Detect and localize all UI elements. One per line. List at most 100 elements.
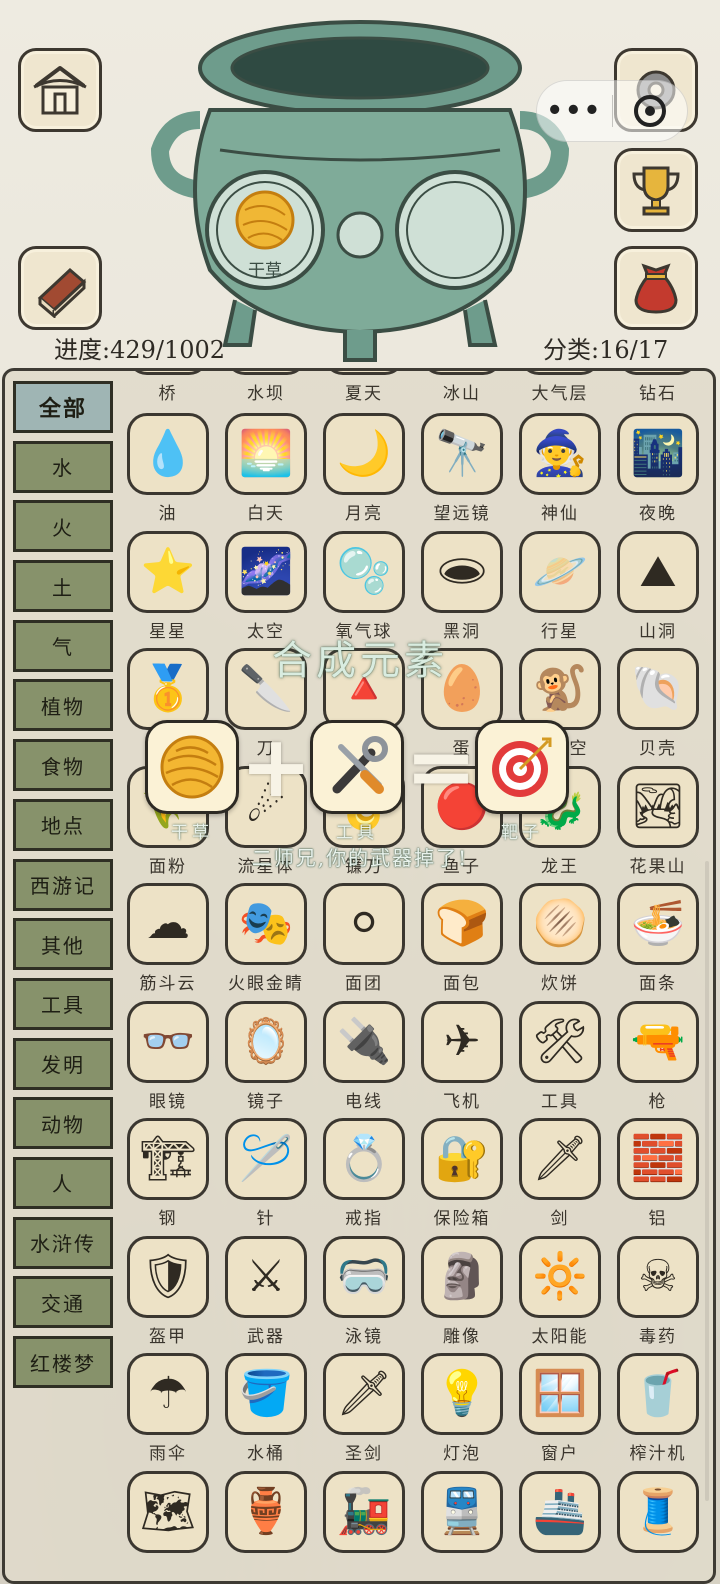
element-icon[interactable]: 🪟 [519, 1353, 601, 1435]
element-cell[interactable]: 🚂 [315, 1470, 413, 1582]
category-tab[interactable]: 发明 [13, 1037, 113, 1090]
element-icon[interactable]: ⛰ [617, 530, 699, 613]
element-icon[interactable]: ⭐ [127, 530, 209, 613]
element-cell[interactable]: 大气层 [511, 371, 609, 413]
element-cell[interactable]: 🍞 面包 [413, 883, 511, 1001]
element-icon[interactable]: 🌃 [617, 413, 699, 495]
element-cell[interactable]: 🛠 工具 [511, 1000, 609, 1119]
element-cell[interactable]: 💡 灯泡 [413, 1353, 511, 1471]
element-cell[interactable]: 🫓 炊饼 [511, 883, 609, 1001]
category-tab[interactable]: 水浒传 [13, 1216, 113, 1269]
element-cell[interactable]: 🔭 望远镜 [413, 413, 511, 531]
element-icon[interactable]: 🥤 [617, 1353, 699, 1435]
element-icon[interactable]: 💍 [323, 1118, 405, 1200]
category-tab[interactable]: 全部 [13, 381, 113, 433]
element-cell[interactable]: 🪟 窗户 [511, 1353, 609, 1471]
element-cell[interactable]: 🧵 [609, 1470, 707, 1582]
category-tab[interactable]: 红楼梦 [13, 1336, 113, 1388]
element-cell[interactable]: 🔆 太阳能 [511, 1235, 609, 1354]
element-cell[interactable]: ⚔ 武器 [217, 1235, 315, 1354]
category-tab[interactable]: 交通 [13, 1276, 113, 1329]
element-icon[interactable]: 🏺 [225, 1470, 307, 1553]
category-tab[interactable]: 火 [13, 500, 113, 553]
element-icon[interactable]: 🧱 [617, 1118, 699, 1200]
element-icon[interactable]: 💡 [421, 1353, 503, 1435]
element-icon[interactable]: 💧 [127, 413, 209, 495]
more-menu-button[interactable]: ••• [537, 96, 612, 126]
element-cell[interactable]: 🎭 火眼金睛 [217, 883, 315, 1001]
element-cell[interactable]: 🔐 保险箱 [413, 1118, 511, 1236]
element-cell[interactable]: 🪡 针 [217, 1118, 315, 1236]
element-icon[interactable]: ☠ [617, 1235, 699, 1318]
element-cell[interactable]: 🗺 [119, 1470, 217, 1582]
element-icon[interactable]: 🗡 [323, 1353, 405, 1435]
category-tab[interactable]: 土 [13, 560, 113, 613]
element-tile[interactable] [519, 371, 601, 375]
element-cell[interactable]: 💧 油 [119, 413, 217, 531]
element-cell[interactable]: 🥽 泳镜 [315, 1235, 413, 1354]
category-tab[interactable]: 食物 [13, 739, 113, 792]
element-icon[interactable]: 🪞 [225, 1000, 307, 1083]
element-tile[interactable] [225, 371, 307, 375]
element-icon[interactable]: 🍜 [617, 883, 699, 965]
close-button[interactable] [613, 95, 688, 127]
element-cell[interactable]: 🧱 铝 [609, 1118, 707, 1236]
category-tab[interactable]: 其他 [13, 918, 113, 971]
element-icon[interactable]: 🏗 [127, 1118, 209, 1200]
element-icon[interactable]: 🚂 [323, 1470, 405, 1553]
element-cell[interactable]: 🛡 盔甲 [119, 1235, 217, 1354]
element-cell[interactable]: 🌙 月亮 [315, 413, 413, 531]
element-cell[interactable]: 🔌 电线 [315, 1000, 413, 1119]
element-icon[interactable]: 🚆 [421, 1470, 503, 1553]
element-icon[interactable]: 🔫 [617, 1000, 699, 1083]
element-cell[interactable]: 🗿 雕像 [413, 1235, 511, 1354]
element-icon[interactable]: 🗿 [421, 1235, 503, 1318]
element-icon[interactable]: 🏞 [617, 765, 699, 848]
element-icon[interactable]: ☁ [127, 883, 209, 965]
element-icon[interactable]: ✈ [421, 1000, 503, 1083]
element-cell[interactable]: 冰山 [413, 371, 511, 413]
element-cell[interactable]: 🌃 夜晚 [609, 413, 707, 531]
element-cell[interactable]: 🗡 剑 [511, 1118, 609, 1236]
element-icon[interactable]: 🌌 [225, 530, 307, 613]
category-tab[interactable]: 植物 [13, 679, 113, 732]
element-icon[interactable]: ⚪ [323, 883, 405, 965]
scrollbar[interactable] [705, 861, 709, 1501]
element-cell[interactable]: ✈ 飞机 [413, 1000, 511, 1119]
element-icon[interactable]: 🚢 [519, 1470, 601, 1553]
element-icon[interactable]: 🪡 [225, 1118, 307, 1200]
element-icon[interactable]: 🔌 [323, 1000, 405, 1083]
element-icon[interactable]: 🪐 [519, 530, 601, 613]
category-tab[interactable]: 工具 [13, 977, 113, 1030]
element-cell[interactable]: 桥 [119, 371, 217, 413]
lucky-bag-button[interactable] [614, 246, 698, 330]
element-icon[interactable]: 🗺 [127, 1470, 209, 1553]
element-cell[interactable]: ☁ 筋斗云 [119, 883, 217, 1001]
element-icon[interactable]: 🔐 [421, 1118, 503, 1200]
element-tile[interactable] [127, 371, 209, 375]
element-icon[interactable]: 🌙 [323, 413, 405, 495]
element-icon[interactable]: 🧵 [617, 1470, 699, 1553]
element-icon[interactable]: 🥽 [323, 1235, 405, 1318]
element-icon[interactable]: 🫧 [323, 530, 405, 613]
element-icon[interactable]: 🍞 [421, 883, 503, 965]
achievements-button[interactable] [614, 148, 698, 232]
category-tab[interactable]: 动物 [13, 1097, 113, 1150]
element-cell[interactable]: 钻石 [609, 371, 707, 413]
element-cell[interactable]: 🪞 镜子 [217, 1000, 315, 1119]
element-icon[interactable]: 🫓 [519, 883, 601, 965]
element-cell[interactable]: 🥤 榨汁机 [609, 1353, 707, 1471]
cauldron[interactable]: 干草 [140, 10, 580, 365]
element-icon[interactable]: ☂ [127, 1353, 209, 1435]
element-cell[interactable]: ⚪ 面团 [315, 883, 413, 1001]
element-icon[interactable]: 🕳 [421, 530, 503, 613]
element-icon[interactable]: 🔆 [519, 1235, 601, 1318]
element-cell[interactable]: 🧙 神仙 [511, 413, 609, 531]
element-cell[interactable]: 🗡 圣剑 [315, 1353, 413, 1471]
category-tab[interactable]: 人 [13, 1156, 113, 1209]
element-icon[interactable]: 🛡 [127, 1235, 209, 1318]
element-cell[interactable]: 🏗 钢 [119, 1118, 217, 1236]
element-cell[interactable]: 👓 眼镜 [119, 1000, 217, 1119]
home-button[interactable] [18, 48, 102, 132]
element-icon[interactable]: 🧙 [519, 413, 601, 495]
